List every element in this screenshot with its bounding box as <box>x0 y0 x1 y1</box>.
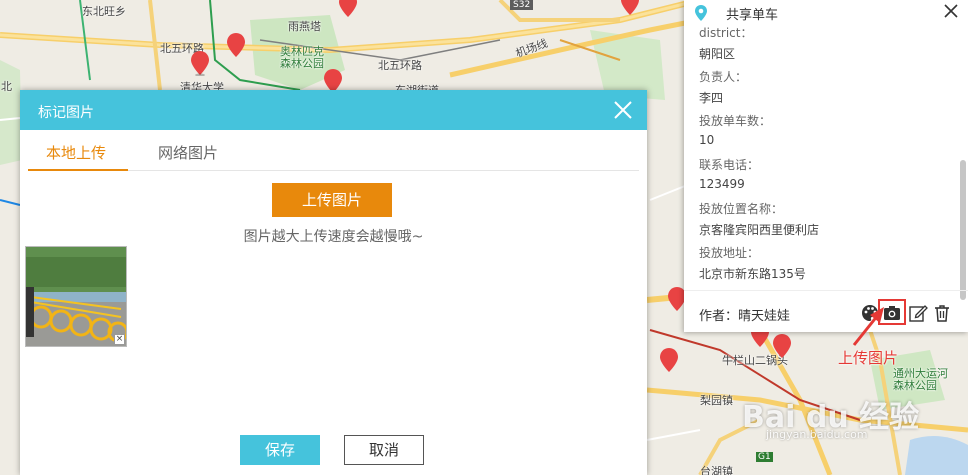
author-label: 作者：晴天娃娃 <box>699 309 791 324</box>
field-value: 京客隆宾阳西里便利店 <box>699 223 820 237</box>
field-label: 联系电话： <box>699 158 760 172</box>
annotation-arrow-icon <box>852 307 884 346</box>
field-value: 李四 <box>699 91 724 105</box>
map-label: 森林公园 <box>280 57 324 70</box>
panel-footer: 作者：晴天娃娃 <box>684 290 968 330</box>
field-value: 朝阳区 <box>699 47 736 61</box>
marker-info-panel: 共享单车 district： 朝阳区 负责人： 李四 投放单车数： 10 联系电… <box>684 0 968 332</box>
map-marker-icon[interactable] <box>190 50 210 76</box>
field-label: 负责人： <box>699 70 748 84</box>
map-label: 森林公园 <box>893 379 937 392</box>
field-value: 10 <box>699 133 715 147</box>
map-marker-icon[interactable] <box>659 347 679 373</box>
upload-hint: 图片越大上传速度会越慢哦~ <box>243 229 424 245</box>
dialog-title: 标记图片 <box>38 105 94 121</box>
active-tab-indicator <box>28 169 128 171</box>
upload-image-button[interactable]: 上传图片 <box>272 183 392 217</box>
tab-bar: 本地上传 网络图片 <box>28 130 639 171</box>
dialog-header: 标记图片 <box>20 90 647 130</box>
field-value: 123499 <box>699 177 745 191</box>
map-label: G1 <box>756 452 773 462</box>
field-phone: 联系电话： 123499 <box>699 156 759 191</box>
field-label: 投放地址： <box>699 246 760 260</box>
location-pin-icon <box>695 5 707 21</box>
field-location-name: 投放位置名称： 京客隆宾阳西里便利店 <box>699 200 819 238</box>
close-icon[interactable] <box>611 98 635 122</box>
trash-icon[interactable] <box>932 303 952 323</box>
edit-icon[interactable] <box>908 303 928 323</box>
close-icon[interactable] <box>944 4 958 18</box>
annotation-label: 上传图片 <box>838 349 899 367</box>
baidu-watermark-url: jingyan.baidu.com <box>766 428 868 441</box>
map-label: 北五环路 <box>378 59 422 72</box>
map-marker-icon[interactable] <box>338 0 358 18</box>
delete-thumbnail-button[interactable]: × <box>114 334 125 345</box>
field-district: district： 朝阳区 <box>699 24 752 62</box>
field-label: district： <box>699 26 753 40</box>
field-address: 投放地址： 北京市新东路135号 <box>699 244 806 282</box>
map-label: 北 <box>1 80 12 93</box>
map-marker-icon[interactable] <box>772 333 792 359</box>
bicycle-photo-image <box>26 247 126 346</box>
map-marker-icon[interactable] <box>620 0 640 16</box>
cancel-button[interactable]: 取消 <box>344 435 424 465</box>
field-bike-count: 投放单车数： 10 <box>699 112 771 147</box>
field-label: 投放单车数： <box>699 114 772 128</box>
map-marker-icon[interactable] <box>226 32 246 58</box>
mark-image-dialog: 标记图片 本地上传 网络图片 上传图片 图片越大上传速度会越慢哦~ × 保存 取… <box>20 90 647 475</box>
map-label: S32 <box>510 0 534 10</box>
field-value: 北京市新东路135号 <box>699 267 806 281</box>
map-label: 台湖镇 <box>700 465 733 475</box>
map-label: 梨园镇 <box>700 394 733 407</box>
uploaded-image-thumbnail[interactable]: × <box>25 246 127 347</box>
tab-web-image[interactable]: 网络图片 <box>158 142 218 163</box>
panel-title: 共享单车 <box>726 8 779 23</box>
field-manager: 负责人： 李四 <box>699 68 747 106</box>
map-label: 东北旺乡 <box>82 5 126 18</box>
save-button[interactable]: 保存 <box>240 435 320 465</box>
field-label: 投放位置名称： <box>699 202 784 216</box>
tab-local-upload[interactable]: 本地上传 <box>46 142 106 163</box>
panel-scrollbar[interactable] <box>960 160 966 300</box>
map-label: 雨燕塔 <box>288 20 321 33</box>
